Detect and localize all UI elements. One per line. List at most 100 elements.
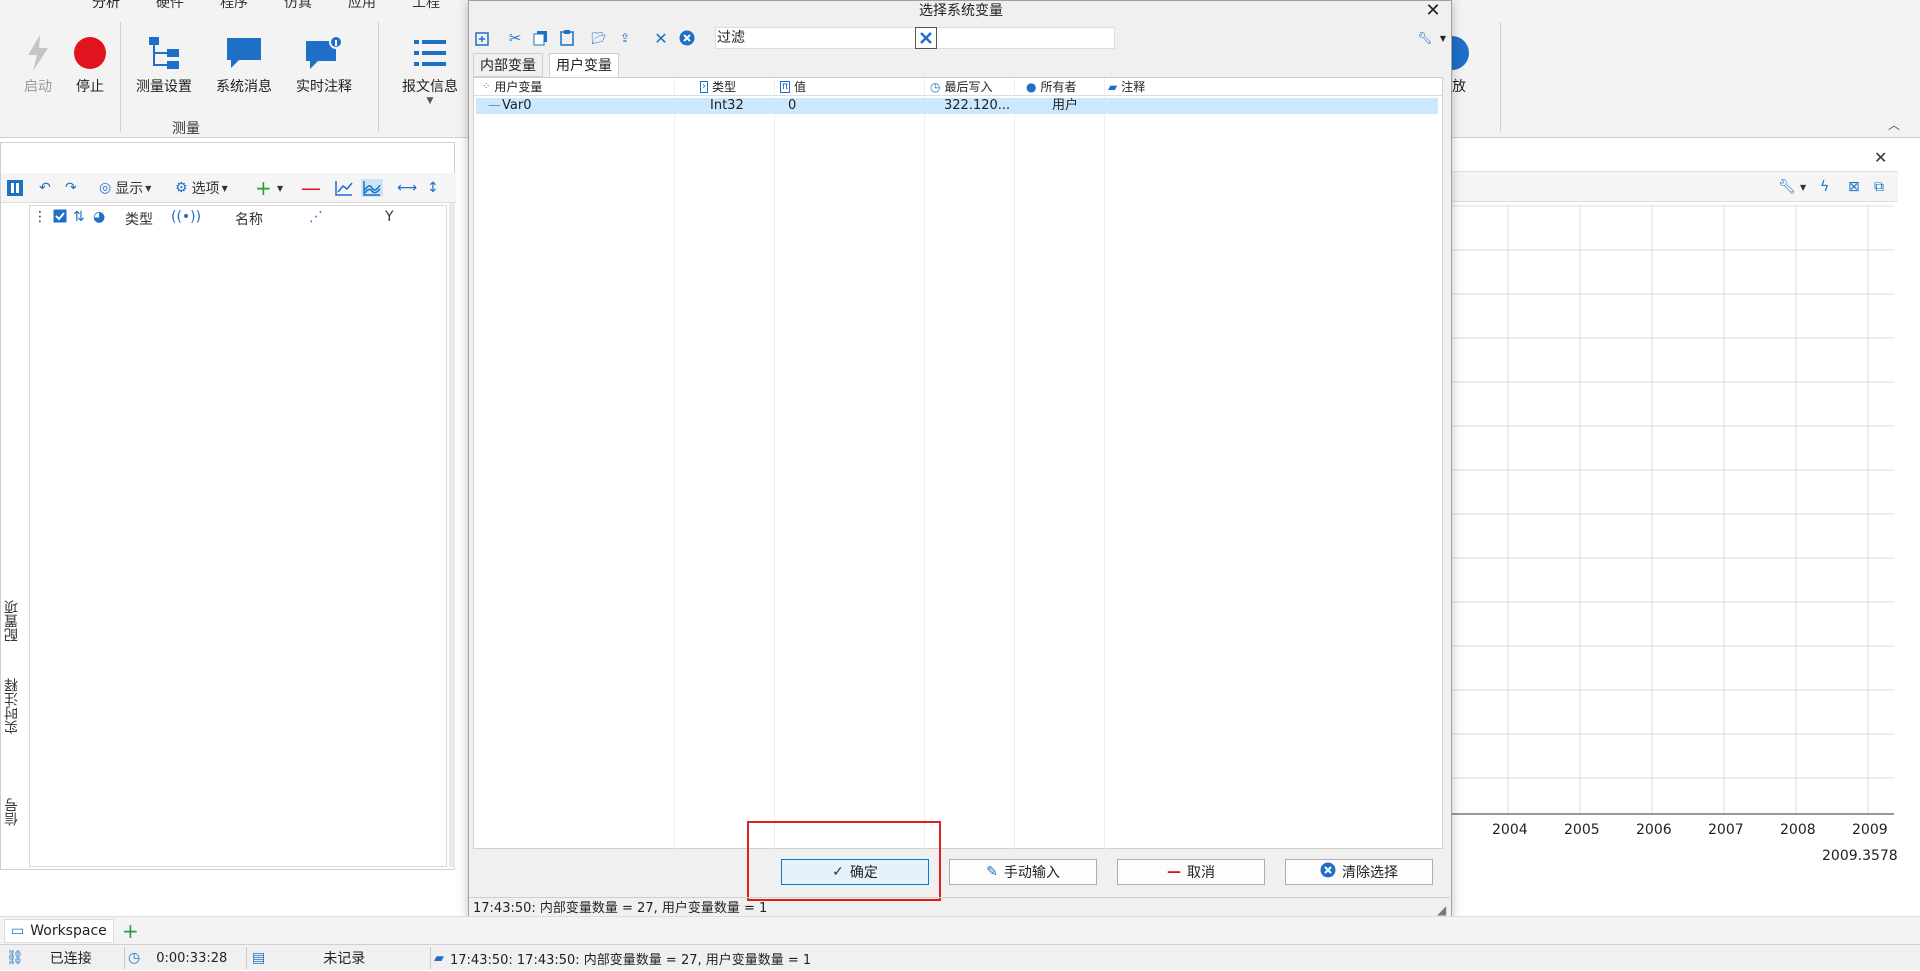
fit-horizontal-icon[interactable]: ⟷ — [397, 179, 417, 197]
options-menu[interactable]: ⚙ 选项 ▼ — [175, 179, 228, 197]
stop-label: 停止 — [76, 79, 104, 95]
system-messages-button[interactable]: 系统消息 — [212, 30, 276, 96]
cut-icon[interactable]: ✂ — [505, 28, 525, 48]
message-icon: ▰ — [434, 950, 444, 966]
column-type[interactable]: 类型 — [125, 209, 153, 229]
dialog-toolbar: ✂ 📂︎ ⇪ ✕ 过滤 🔧︎ ▼ — [469, 23, 1453, 53]
scatter-icon: ⋰ — [309, 209, 323, 225]
redo-icon[interactable]: ↷ — [65, 179, 77, 197]
display-label: 显示 — [115, 181, 144, 197]
fit-vertical-icon[interactable]: ↕ — [427, 179, 439, 197]
header-user-variable[interactable]: ⁘ 用户变量 — [482, 78, 542, 96]
ribbon-tab-program[interactable]: 程序 — [220, 0, 248, 12]
header-comment[interactable]: ▰ 注释 — [1108, 78, 1145, 96]
measure-settings-button[interactable]: 测量设置 — [132, 30, 196, 96]
recording-status: ▤ 未记录 — [252, 945, 365, 971]
vtab-signal-label: 信号 — [4, 798, 20, 826]
clear-selection-button[interactable]: 清除选择 — [1285, 859, 1433, 885]
import-folder-icon[interactable]: 📂︎ — [589, 28, 609, 48]
window-close-icon[interactable]: ⊠ — [1848, 178, 1860, 196]
dialog-close-icon[interactable]: ✕ — [1421, 1, 1445, 21]
ribbon-tab-hardware[interactable]: 硬件 — [156, 0, 184, 12]
filter-clear-icon[interactable] — [915, 27, 937, 49]
column-y[interactable]: Y — [385, 209, 394, 225]
chart-toolbar: 🔧︎ ▼ ϟ ⊠ ⧉ — [1444, 172, 1898, 202]
ribbon-tab-analysis[interactable]: 分析 — [92, 0, 120, 14]
monitor-icon: ▭ — [11, 923, 25, 939]
ribbon-tab-simulation[interactable]: 仿真 — [284, 0, 312, 12]
link-icon: ⛓ — [6, 950, 24, 966]
column-name[interactable]: 名称 — [235, 209, 263, 229]
paste-icon[interactable] — [557, 28, 577, 48]
ribbon-tab-project[interactable]: 工程 — [412, 0, 440, 12]
header-last-write[interactable]: ◷ 最后写入 — [930, 78, 993, 96]
add-workspace-icon[interactable]: + — [122, 919, 139, 943]
manual-input-label: 手动输入 — [1003, 865, 1060, 881]
cell-type: Int32 — [710, 98, 744, 113]
wrench-icon[interactable]: 🔧︎ — [1415, 28, 1435, 48]
signal-list[interactable] — [29, 205, 447, 867]
stop-record-icon — [58, 30, 122, 76]
column-divider — [674, 78, 675, 850]
wrench-icon[interactable]: 🔧︎ — [1778, 178, 1796, 196]
delete-all-icon[interactable] — [677, 28, 697, 48]
header-value-label: 值 — [794, 80, 807, 94]
dropdown-arrow-icon: ▼ — [221, 183, 228, 193]
remove-icon[interactable]: — — [301, 176, 321, 200]
realtime-annotation-button[interactable]: 实时注释 — [292, 30, 356, 96]
manual-input-button[interactable]: ✎ 手动输入 — [949, 859, 1097, 885]
dropdown-arrow-icon[interactable]: ▼ — [1433, 28, 1453, 48]
resize-grip-icon[interactable]: ◢ — [1437, 903, 1446, 917]
vertical-scrollbar[interactable] — [449, 203, 455, 867]
column-divider — [1104, 78, 1105, 850]
add-icon[interactable]: + — [255, 176, 272, 200]
vtab-signal[interactable]: 信号 — [2, 798, 24, 826]
ribbon-tab-application[interactable]: 应用 — [348, 0, 376, 12]
line-chart-icon[interactable] — [335, 179, 353, 197]
chat-info-icon — [292, 30, 356, 76]
vtab-realtime-annotation[interactable]: 实时注释 — [2, 678, 24, 734]
column-divider — [774, 78, 775, 850]
copy-icon[interactable] — [531, 28, 551, 48]
collapse-ribbon-icon[interactable]: ︿ — [1888, 116, 1900, 133]
vtab-config[interactable]: 配置项 — [2, 600, 24, 642]
status-message-text: 17:43:50: 17:43:50: 内部变量数量 = 27, 用户变量数量 … — [450, 952, 812, 968]
undo-icon[interactable]: ↶ — [39, 179, 51, 197]
header-value[interactable]: π 值 — [780, 78, 806, 96]
pause-icon[interactable] — [7, 179, 23, 197]
new-variable-icon[interactable] — [473, 28, 493, 48]
status-message: ▰ 17:43:50: 17:43:50: 内部变量数量 = 27, 用户变量数… — [434, 945, 811, 971]
delete-icon[interactable]: ✕ — [651, 28, 671, 48]
header-owner[interactable]: ● 所有者 — [1026, 78, 1077, 96]
column-drag-icon[interactable]: ⋮ — [33, 209, 47, 225]
clock-icon: ◷ — [128, 950, 141, 966]
sort-icon[interactable]: ⇅ — [73, 209, 85, 225]
measure-settings-label: 测量设置 — [136, 79, 192, 95]
wave-chart-icon[interactable] — [361, 179, 383, 197]
display-menu[interactable]: ◎ 显示 ▼ — [99, 179, 151, 197]
cancel-label: 取消 — [1187, 865, 1215, 881]
cell-owner: 用户 — [1052, 98, 1079, 113]
tab-user-variables[interactable]: 用户变量 — [549, 53, 619, 77]
cancel-button[interactable]: — 取消 — [1117, 859, 1265, 885]
palette-icon[interactable]: ◕ — [93, 209, 105, 225]
cell-value: 0 — [788, 98, 797, 113]
tab-internal-variables[interactable]: 内部变量 — [473, 53, 543, 77]
checkbox-icon[interactable] — [53, 209, 67, 227]
header-type[interactable]: › 类型 — [700, 78, 736, 96]
lightning-icon[interactable]: ϟ — [1820, 178, 1829, 196]
cursor-value: 2009.3578 — [1822, 848, 1898, 864]
dialog-button-bar: ✓ 确定 ✎ 手动输入 — 取消 清除选择 — [469, 849, 1453, 897]
workspace-tab-label: Workspace — [30, 923, 107, 939]
stop-button[interactable]: 停止 — [58, 30, 122, 96]
undock-icon[interactable]: ⧉ — [1874, 178, 1884, 196]
table-row[interactable]: — Var0 Int32 0 322.120... 用户 — [476, 98, 1438, 114]
close-icon[interactable]: ✕ — [1874, 148, 1887, 167]
signal-panel: ↶ ↷ ◎ 显示 ▼ ⚙ 选项 ▼ + ▼ — ⟷ ↕ ⋮ ⇅ ◕ 类型 ((• — [0, 142, 456, 870]
column-divider — [924, 78, 925, 850]
dropdown-arrow-icon[interactable]: ▼ — [1800, 178, 1806, 196]
workspace-tab[interactable]: ▭ Workspace — [4, 919, 114, 943]
message-info-button[interactable]: 报文信息 ▼ — [398, 30, 462, 106]
export-icon[interactable]: ⇪ — [615, 28, 635, 48]
dropdown-arrow-icon[interactable]: ▼ — [277, 179, 283, 197]
